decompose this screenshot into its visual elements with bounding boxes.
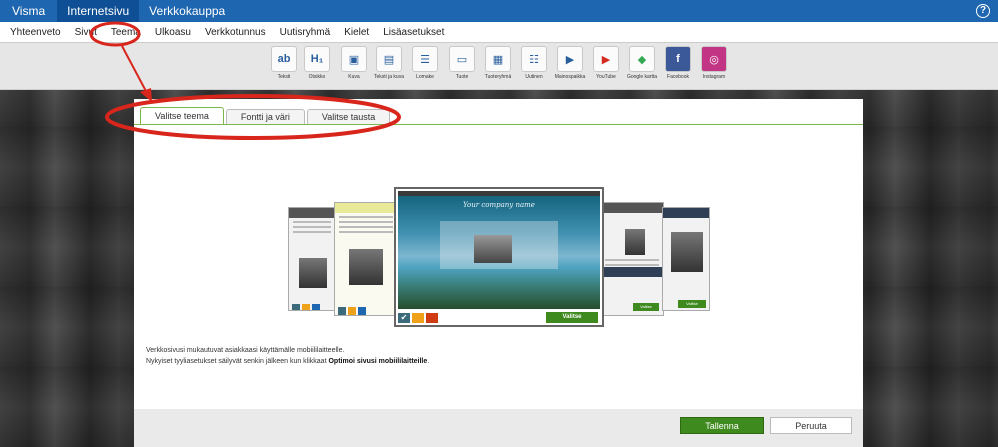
tab-fontti-ja-vari[interactable]: Fontti ja väri bbox=[225, 109, 305, 125]
preview-topbar bbox=[398, 191, 600, 196]
save-button[interactable]: Tallenna bbox=[680, 417, 764, 434]
form-icon: ☰ bbox=[412, 46, 438, 72]
card-text bbox=[601, 259, 663, 266]
heading-icon: H₁ bbox=[304, 46, 330, 72]
tab-valitse-tausta[interactable]: Valitse tausta bbox=[306, 109, 391, 125]
tool-label: Teksti bbox=[277, 74, 291, 80]
theme-card-left-far[interactable] bbox=[288, 207, 336, 311]
tool-label: Facebook bbox=[667, 74, 689, 80]
tool-product[interactable]: ▭ Tuote bbox=[446, 46, 478, 80]
card-photo bbox=[671, 232, 703, 272]
card-header bbox=[335, 203, 397, 213]
card-photo bbox=[625, 229, 645, 255]
card-header bbox=[601, 203, 663, 213]
card-photo bbox=[349, 249, 383, 285]
content-toolbar: ab Teksti H₁ Otsikko ▣ Kuva ▤ Teksti ja kuva… bbox=[0, 43, 998, 90]
tool-news[interactable]: ☷ Uutinen bbox=[518, 46, 550, 80]
check-icon[interactable]: ✔ bbox=[398, 313, 410, 323]
product-icon: ▭ bbox=[449, 46, 475, 72]
nav-verkkotunnus[interactable]: Verkkotunnus bbox=[205, 27, 266, 38]
preview-site-name: Your company name bbox=[463, 201, 535, 209]
preview-photo bbox=[474, 235, 512, 263]
tab-underline bbox=[134, 124, 863, 125]
tool-label: Tuoteryhmä bbox=[484, 74, 512, 80]
info-line-2: Nykyiset tyyliasetukset säilyvät senkin … bbox=[146, 356, 429, 367]
tab-valitse-teema[interactable]: Valitse teema bbox=[140, 107, 224, 125]
tool-label: Otsikko bbox=[308, 74, 326, 80]
tool-label: Instagram bbox=[702, 74, 726, 80]
theme-preview-image: Your company name bbox=[398, 191, 600, 309]
tool-heading[interactable]: H₁ Otsikko bbox=[301, 46, 333, 80]
tool-label: Lomake bbox=[416, 74, 434, 80]
tool-text-image[interactable]: ▤ Teksti ja kuva bbox=[373, 46, 405, 80]
product-group-icon: ▦ bbox=[485, 46, 511, 72]
facebook-icon: f bbox=[665, 46, 691, 72]
card-header bbox=[289, 208, 335, 218]
theme-tabs: Valitse teema Fontti ja väri Valitse tau… bbox=[140, 107, 392, 125]
instagram-icon: ◎ bbox=[701, 46, 727, 72]
cancel-button[interactable]: Peruuta bbox=[770, 417, 852, 434]
top-app-bar: Visma Internetsivu Verkkokauppa ? bbox=[0, 0, 998, 22]
help-icon[interactable]: ? bbox=[976, 4, 990, 18]
card-photo bbox=[299, 258, 327, 288]
card-header bbox=[663, 208, 709, 218]
info-line-2-text: Nykyiset tyyliasetukset säilyvät senkin … bbox=[146, 358, 329, 365]
swatch-red[interactable] bbox=[426, 313, 438, 323]
news-icon: ☷ bbox=[521, 46, 547, 72]
card-text bbox=[289, 221, 335, 233]
app-verkkokauppa[interactable]: Verkkokauppa bbox=[139, 0, 235, 22]
info-optimize-link: Optimoi sivusi mobiililaitteille bbox=[328, 358, 428, 365]
text-icon: ab bbox=[271, 46, 297, 72]
app-visma[interactable]: Visma bbox=[0, 0, 57, 22]
nav-ulkoasu[interactable]: Ulkoasu bbox=[155, 27, 191, 38]
theme-card-left[interactable] bbox=[334, 202, 398, 316]
nav-kielet[interactable]: Kielet bbox=[344, 27, 369, 38]
panel-footer: Tallenna Peruuta bbox=[134, 409, 863, 447]
card-swatches bbox=[338, 307, 366, 315]
theme-card-right-far[interactable]: Valitse bbox=[662, 207, 710, 311]
tool-youtube[interactable]: ▶ YouTube bbox=[590, 46, 622, 80]
nav-yhteenveto[interactable]: Yhteenveto bbox=[10, 27, 61, 38]
google-maps-icon: ◆ bbox=[629, 46, 655, 72]
tool-form[interactable]: ☰ Lomake bbox=[409, 46, 441, 80]
tool-label: Google kartta bbox=[626, 74, 658, 80]
tool-instagram[interactable]: ◎ Instagram bbox=[698, 46, 730, 80]
nav-lisaasetukset[interactable]: Lisäasetukset bbox=[383, 27, 444, 38]
tool-google-maps[interactable]: ◆ Google kartta bbox=[626, 46, 658, 80]
mobile-info-text: Verkkosivusi mukautuvat asiakkaasi käytt… bbox=[146, 345, 429, 367]
image-icon: ▣ bbox=[341, 46, 367, 72]
swatch-orange[interactable] bbox=[412, 313, 424, 323]
tool-label: Teksti ja kuva bbox=[373, 74, 404, 80]
tool-text[interactable]: ab Teksti bbox=[268, 46, 300, 80]
tool-product-group[interactable]: ▦ Tuoteryhmä bbox=[482, 46, 514, 80]
select-theme-button[interactable]: Valitse bbox=[546, 312, 598, 323]
tool-label: Kuva bbox=[348, 74, 360, 80]
card-band bbox=[601, 267, 663, 277]
tool-ad-slot[interactable]: ▶ Mainospaikka bbox=[554, 46, 586, 80]
card-select-button[interactable]: Valitse bbox=[678, 300, 706, 308]
theme-editor-panel: Valitse teema Fontti ja väri Valitse tau… bbox=[134, 99, 863, 447]
card-text bbox=[335, 216, 397, 233]
tool-image[interactable]: ▣ Kuva bbox=[338, 46, 370, 80]
card-select-button[interactable]: Valitse bbox=[633, 303, 659, 311]
theme-card-selected[interactable]: Your company name ✔ Valitse bbox=[394, 187, 604, 327]
info-line-1: Verkkosivusi mukautuvat asiakkaasi käytt… bbox=[146, 347, 345, 354]
app-internetsivu[interactable]: Internetsivu bbox=[57, 0, 140, 22]
info-line-2-end: . bbox=[427, 358, 430, 365]
nav-sivut[interactable]: Sivut bbox=[75, 27, 97, 38]
tool-label: YouTube bbox=[596, 74, 616, 80]
tool-label: Tuote bbox=[455, 74, 469, 80]
tool-label: Mainospaikka bbox=[554, 74, 586, 80]
youtube-icon: ▶ bbox=[593, 46, 619, 72]
main-nav: Yhteenveto Sivut Teema Ulkoasu Verkkotun… bbox=[0, 22, 998, 43]
ad-slot-icon: ▶ bbox=[557, 46, 583, 72]
card-swatches bbox=[292, 304, 320, 310]
nav-uutisryhma[interactable]: Uutisryhmä bbox=[280, 27, 331, 38]
tool-label: Uutinen bbox=[525, 74, 543, 80]
tool-facebook[interactable]: f Facebook bbox=[662, 46, 694, 80]
theme-card-right[interactable]: Valitse bbox=[600, 202, 664, 316]
nav-teema[interactable]: Teema bbox=[111, 27, 141, 38]
text-image-icon: ▤ bbox=[376, 46, 402, 72]
